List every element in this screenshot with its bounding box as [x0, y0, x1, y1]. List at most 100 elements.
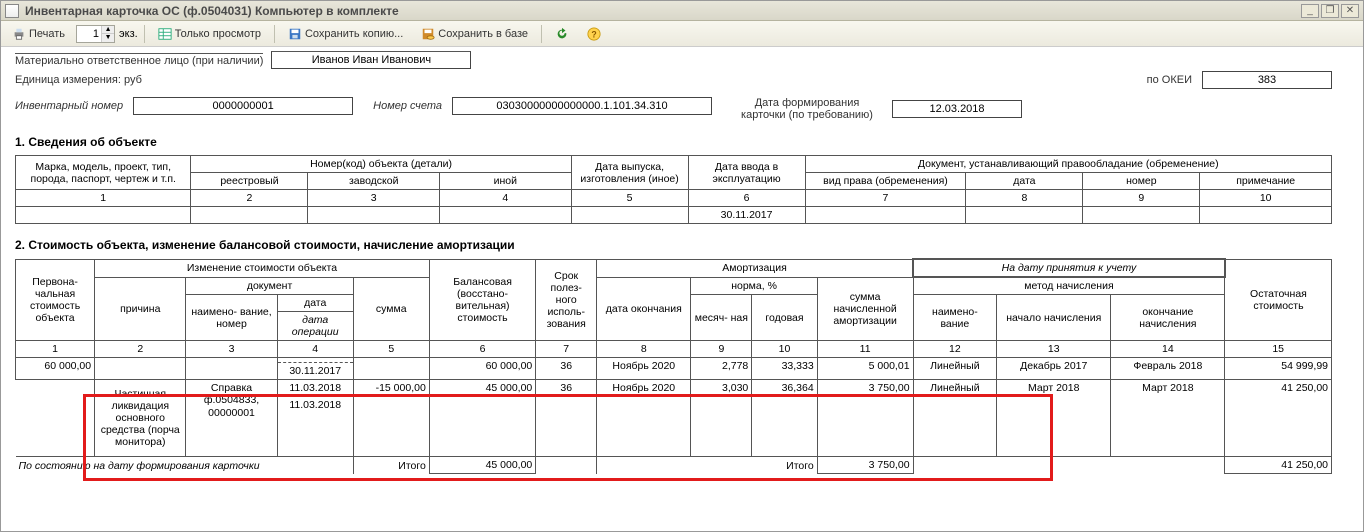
- col-header: сумма начисленной амортизации: [817, 277, 913, 341]
- cell: [95, 358, 186, 380]
- col-header: иной: [440, 173, 572, 190]
- cell: [308, 207, 440, 224]
- col-header: наимено- вание: [913, 295, 997, 341]
- save-db-button[interactable]: Сохранить в базе: [414, 24, 535, 44]
- section2-title: 2. Стоимость объекта, изменение балансов…: [15, 238, 1332, 252]
- restore-button[interactable]: ❐: [1321, 4, 1339, 18]
- table-row: Первона- чальная стоимость объекта Измен…: [16, 259, 1332, 277]
- table-row: причина документ сумма дата окончания но…: [16, 277, 1332, 295]
- okei-value: 383: [1202, 71, 1332, 89]
- cell: 41 250,00: [1225, 457, 1332, 474]
- col-num: 5: [353, 341, 429, 358]
- copies-spinner[interactable]: ▲ ▼: [76, 25, 115, 43]
- col-num: 7: [536, 341, 597, 358]
- copies-suffix: экз.: [119, 28, 138, 40]
- cell: [536, 457, 597, 474]
- cell: 11.03.2018: [277, 397, 353, 457]
- help-button[interactable]: ?: [580, 24, 608, 44]
- cell: [440, 207, 572, 224]
- table-row: 60 000,00 60 000,00 36 Ноябрь 2020 2,778…: [16, 358, 1332, 363]
- col-header: Балансовая (восстано- вительная) стоимос…: [429, 259, 535, 341]
- cell: 41 250,00: [1225, 380, 1332, 457]
- cell: [16, 207, 191, 224]
- copies-input[interactable]: [77, 28, 101, 40]
- inv-label: Инвентарный номер: [15, 100, 123, 112]
- col-header: реестровый: [191, 173, 308, 190]
- cell: 11.03.2018: [277, 380, 353, 397]
- col-header: примечание: [1200, 173, 1332, 190]
- toolbar: Печать ▲ ▼ экз. Только просмотр Сохранит…: [1, 21, 1363, 47]
- acct-value: 03030000000000000.1.101.34.310: [452, 97, 712, 115]
- cell: Февраль 2018: [1111, 358, 1225, 380]
- formdate-value: 12.03.2018: [892, 100, 1022, 118]
- print-label: Печать: [29, 28, 65, 40]
- cell: 30.11.2017: [688, 207, 805, 224]
- cell: 36,364: [752, 380, 817, 457]
- col-num: 10: [752, 341, 817, 358]
- col-header: дата: [277, 295, 353, 312]
- col-header: документ: [186, 277, 353, 295]
- col-num: 8: [597, 341, 691, 358]
- refresh-button[interactable]: [548, 24, 576, 44]
- cell: 33,333: [752, 358, 817, 380]
- cell: 36: [536, 380, 597, 457]
- cell: [913, 457, 1225, 474]
- col-num: 1: [16, 341, 95, 358]
- table-icon: [158, 27, 172, 41]
- col-num: 6: [429, 341, 535, 358]
- table-row: 1 2 3 4 5 6 7 8 9 10: [16, 190, 1332, 207]
- spin-up-icon[interactable]: ▲: [102, 26, 114, 34]
- cell: [191, 207, 308, 224]
- col-header: дата окончания: [597, 277, 691, 341]
- col-num: 4: [277, 341, 353, 358]
- col-header: Срок полез- ного исполь- зования: [536, 259, 597, 341]
- col-header: наимено- вание, номер: [186, 295, 277, 341]
- unit-label: Единица измерения: руб: [15, 74, 142, 86]
- cell: 5 000,01: [817, 358, 913, 380]
- cell: Линейный: [913, 380, 997, 457]
- col-num: 1: [16, 190, 191, 207]
- responsible-value: Иванов Иван Иванович: [271, 51, 471, 69]
- itogo-label2: Итого: [597, 457, 818, 474]
- print-button[interactable]: Печать: [5, 24, 72, 44]
- col-num: 8: [966, 190, 1083, 207]
- cell: [966, 207, 1083, 224]
- cell: 60 000,00: [16, 358, 95, 380]
- col-num: 15: [1225, 341, 1332, 358]
- separator: [274, 25, 275, 43]
- col-header: Дата ввода в эксплуатацию: [688, 156, 805, 190]
- cell: 2,778: [691, 358, 752, 380]
- totals-label: По состоянию на дату формирования карточ…: [16, 457, 354, 474]
- spin-down-icon[interactable]: ▼: [102, 34, 114, 42]
- cell: Март 2018: [1111, 380, 1225, 457]
- minimize-button[interactable]: _: [1301, 4, 1319, 18]
- svg-text:?: ?: [591, 29, 596, 39]
- table-row: Марка, модель, проект, тип, порода, пасп…: [16, 156, 1332, 173]
- table-row: Частичная ликвидация основного средства …: [16, 380, 1332, 397]
- col-num: 12: [913, 341, 997, 358]
- floppy-icon: [288, 27, 302, 41]
- save-db-label: Сохранить в базе: [438, 28, 528, 40]
- cell: 45 000,00: [429, 380, 535, 457]
- cell: 36: [536, 358, 597, 380]
- save-copy-button[interactable]: Сохранить копию...: [281, 24, 410, 44]
- col-num: 3: [308, 190, 440, 207]
- cell: [16, 380, 95, 457]
- cell: Линейный: [913, 358, 997, 380]
- view-only-button[interactable]: Только просмотр: [151, 24, 268, 44]
- col-header: На дату принятия к учету: [913, 259, 1225, 277]
- col-num: 6: [688, 190, 805, 207]
- cell: 60 000,00: [429, 358, 535, 380]
- col-num: 11: [817, 341, 913, 358]
- col-header: заводской: [308, 173, 440, 190]
- close-button[interactable]: ✕: [1341, 4, 1359, 18]
- cell: Ноябрь 2020: [597, 380, 691, 457]
- cell: 3,030: [691, 380, 752, 457]
- cell: 3 750,00: [817, 380, 913, 457]
- col-header: Остаточная стоимость: [1225, 259, 1332, 341]
- cell: [1083, 207, 1200, 224]
- cell: [1200, 207, 1332, 224]
- col-header: вид права (обременения): [805, 173, 966, 190]
- separator: [144, 25, 145, 43]
- col-num: 5: [571, 190, 688, 207]
